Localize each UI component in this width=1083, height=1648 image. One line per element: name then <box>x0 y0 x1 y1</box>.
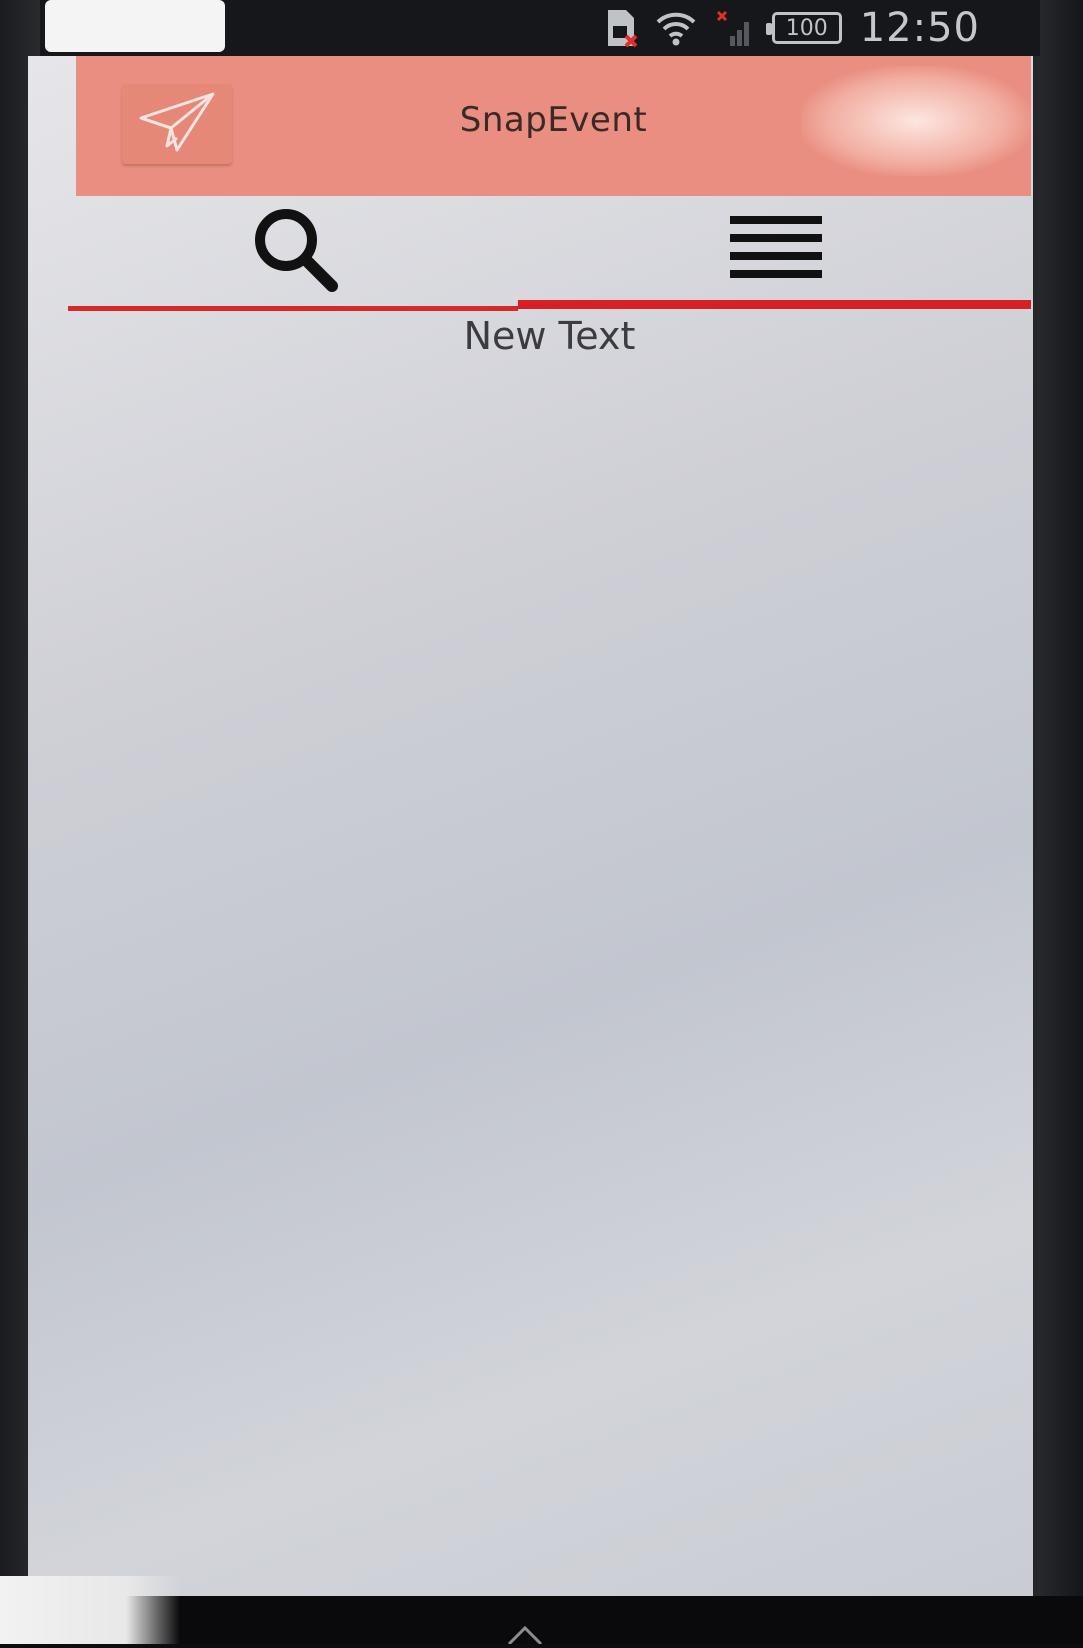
app-screen: SnapEvent New Text <box>28 56 1033 1596</box>
battery-level: 100 <box>785 15 828 41</box>
tab-divider <box>68 306 518 311</box>
status-icons: 100 12:50 <box>604 4 980 52</box>
screen-glare <box>45 0 225 52</box>
status-clock: 12:50 <box>859 5 980 51</box>
battery-icon: 100 <box>765 12 842 44</box>
tab-search[interactable] <box>72 196 520 308</box>
tab-bar <box>72 196 1031 308</box>
home-icon[interactable] <box>505 1624 545 1646</box>
content-text: New Text <box>463 314 636 358</box>
tab-menu[interactable] <box>520 196 1031 308</box>
app-title: SnapEvent <box>459 100 648 140</box>
nav-bar <box>0 1576 1083 1646</box>
signal-icon <box>714 8 754 48</box>
wifi-icon <box>656 10 696 46</box>
app-bar: SnapEvent <box>76 56 1031 196</box>
menu-icon <box>726 210 826 294</box>
status-bar: 100 12:50 <box>40 0 1040 56</box>
screen-glare <box>0 1576 180 1644</box>
device-frame: 100 12:50 SnapEvent New Text <box>0 0 1083 1646</box>
sim-error-icon <box>604 8 638 48</box>
tab-indicator <box>518 300 1031 309</box>
search-icon <box>246 200 346 304</box>
